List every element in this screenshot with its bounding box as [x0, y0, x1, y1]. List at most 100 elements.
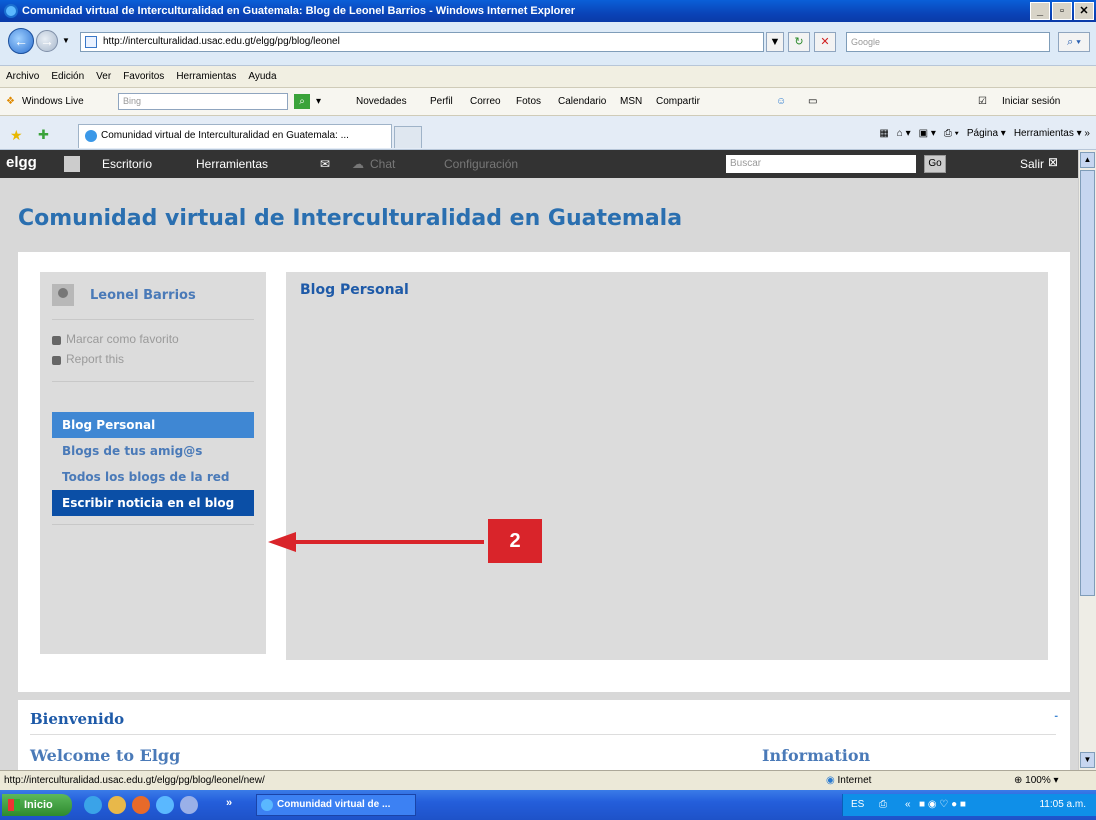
nav-escritorio[interactable]: Escritorio — [102, 157, 152, 171]
chat-icon[interactable]: ☁ — [352, 157, 364, 171]
live-link-perfil[interactable]: Perfil — [430, 96, 453, 107]
signin-link[interactable]: Iniciar sesión — [1002, 96, 1060, 107]
refresh-icon[interactable]: ↻ — [788, 32, 810, 52]
home-icon[interactable]: ⌂ ▾ — [897, 128, 911, 139]
forward-button[interactable]: → — [36, 30, 58, 52]
language-icon[interactable]: ES — [851, 794, 864, 816]
address-url: http://interculturalidad.usac.edu.gt/elg… — [103, 36, 340, 47]
firefox-quicklaunch-icon[interactable] — [132, 796, 150, 814]
address-dropdown-button[interactable]: ▼ — [766, 32, 784, 52]
nav-herramientas[interactable]: Herramientas — [196, 157, 268, 171]
menu-edicion[interactable]: Edición — [51, 71, 84, 82]
checkbox-icon[interactable]: ☑ — [978, 96, 987, 107]
scroll-thumb[interactable] — [1080, 170, 1095, 596]
tray-icons[interactable]: ■ ◉ ♡ ● ■ — [919, 794, 966, 816]
print-icon[interactable]: ⎙ ▾ — [944, 128, 959, 139]
nav-chat[interactable]: Chat — [370, 157, 395, 171]
windows-live-toolbar: ❖ Windows Live Bing ⌕ ▾ Novedades Perfil… — [0, 88, 1096, 116]
web-search-input[interactable]: Google — [846, 32, 1050, 52]
elgg-logo[interactable]: elgg — [6, 154, 37, 171]
elgg-topbar: elgg Escritorio Herramientas ✉ ☁ Chat Co… — [0, 150, 1078, 178]
window-title: Comunidad virtual de Interculturalidad e… — [22, 5, 576, 17]
divider — [52, 524, 254, 525]
page-icon — [85, 36, 97, 48]
menu-favoritos[interactable]: Favoritos — [123, 71, 164, 82]
add-favorites-icon[interactable]: ✚ — [38, 127, 49, 143]
maximize-button[interactable]: ▫ — [1052, 2, 1072, 20]
tool-quicklaunch-icon[interactable] — [180, 796, 198, 814]
feeds-icon[interactable]: ▣ ▾ — [919, 128, 936, 139]
bing-dropdown-icon[interactable]: ▾ — [316, 96, 321, 107]
menu-ayuda[interactable]: Ayuda — [248, 71, 276, 82]
search-go-button[interactable]: Go — [924, 155, 946, 173]
zoom-icon: ⊕ — [1014, 775, 1023, 786]
menu-ver[interactable]: Ver — [96, 71, 111, 82]
live-link-fotos[interactable]: Fotos — [516, 96, 541, 107]
quick-tabs-icon[interactable]: ▦ — [879, 128, 888, 139]
tools-menu[interactable]: Herramientas ▾ » — [1014, 128, 1090, 139]
back-button[interactable]: ← — [8, 28, 34, 54]
bing-search-input[interactable]: Bing — [118, 93, 288, 110]
tray-expand-icon[interactable]: « — [905, 794, 911, 816]
pin-icon — [52, 336, 61, 345]
ie-quicklaunch-icon[interactable] — [84, 796, 102, 814]
menu-herramientas[interactable]: Herramientas — [176, 71, 236, 82]
avatar[interactable] — [52, 284, 74, 306]
globe-icon: ◉ — [826, 775, 835, 786]
report-link[interactable]: Report this — [52, 352, 254, 372]
zone-indicator: ◉ Internet — [826, 775, 872, 786]
tray-printer-icon[interactable]: ⎙ — [879, 794, 887, 816]
menu-escribir-noticia[interactable]: Escribir noticia en el blog — [52, 490, 254, 516]
logout-link[interactable]: Salir — [1020, 157, 1044, 171]
live-link-compartir[interactable]: Compartir — [656, 96, 700, 107]
nav-configuracion[interactable]: Configuración — [444, 157, 518, 171]
search-button[interactable]: ⌕ ▾ — [1058, 32, 1090, 52]
live-link-novedades[interactable]: Novedades — [356, 96, 407, 107]
site-title[interactable]: Comunidad virtual de Interculturalidad e… — [18, 206, 682, 231]
close-window-button[interactable]: ✕ — [1074, 2, 1094, 20]
minimize-button[interactable]: _ — [1030, 2, 1050, 20]
ie2-quicklaunch-icon[interactable] — [156, 796, 174, 814]
page-content: Comunidad virtual de Interculturalidad e… — [0, 178, 1078, 770]
zoom-control[interactable]: ⊕ 100% ▾ — [1014, 775, 1059, 786]
explorer-quicklaunch-icon[interactable] — [108, 796, 126, 814]
owner-name[interactable]: Leonel Barrios — [90, 288, 196, 303]
favorite-link[interactable]: Marcar como favorito — [52, 332, 254, 352]
live-link-msn[interactable]: MSN — [620, 96, 642, 107]
windows-live-icon: ❖ — [6, 96, 15, 107]
scroll-down-icon[interactable]: ▼ — [1080, 752, 1095, 768]
menu-archivo[interactable]: Archivo — [6, 71, 39, 82]
page-menu[interactable]: Página ▾ — [967, 128, 1006, 139]
windows-live-brand[interactable]: Windows Live — [22, 96, 84, 107]
messenger-icon[interactable]: ☺ — [776, 96, 786, 107]
start-button[interactable]: Inicio — [2, 794, 72, 816]
divider — [30, 734, 1056, 735]
menu-todos-blogs[interactable]: Todos los blogs de la red — [52, 464, 254, 490]
tab-label: Comunidad virtual de Interculturalidad e… — [101, 130, 349, 141]
vertical-scrollbar[interactable]: ▲ ▼ — [1078, 150, 1096, 770]
blog-heading: Blog Personal — [300, 282, 409, 298]
welcome-title: Bienvenido — [30, 710, 125, 728]
scroll-up-icon[interactable]: ▲ — [1080, 152, 1095, 168]
quicklaunch-expand-icon[interactable]: » — [226, 797, 232, 809]
bing-search-button[interactable]: ⌕ — [294, 94, 310, 109]
messages-icon[interactable]: ✉ — [320, 157, 330, 171]
tab-active[interactable]: Comunidad virtual de Interculturalidad e… — [78, 124, 392, 148]
new-tab-button[interactable] — [394, 126, 422, 148]
elgg-search-input[interactable]: Buscar — [726, 155, 916, 173]
menu-blog-personal[interactable]: Blog Personal — [52, 412, 254, 438]
favorites-star-icon[interactable]: ★ — [10, 127, 23, 144]
menu-blogs-amigos[interactable]: Blogs de tus amig@s — [52, 438, 254, 464]
stop-icon[interactable]: ✕ — [814, 32, 836, 52]
mail-icon[interactable]: ▭ — [808, 96, 817, 107]
address-bar[interactable]: http://interculturalidad.usac.edu.gt/elg… — [80, 32, 764, 52]
live-link-calendario[interactable]: Calendario — [558, 96, 606, 107]
taskbar: Inicio » Comunidad virtual de ... ES ⎙ «… — [0, 790, 1096, 820]
status-url: http://interculturalidad.usac.edu.gt/elg… — [4, 775, 265, 786]
collapse-button[interactable]: - — [1054, 710, 1058, 722]
logout-icon[interactable]: ⊠ — [1048, 155, 1058, 169]
live-link-correo[interactable]: Correo — [470, 96, 501, 107]
profile-icon[interactable] — [64, 156, 80, 172]
history-dropdown-icon[interactable]: ▼ — [62, 36, 70, 45]
taskbar-ie-window[interactable]: Comunidad virtual de ... — [256, 794, 416, 816]
